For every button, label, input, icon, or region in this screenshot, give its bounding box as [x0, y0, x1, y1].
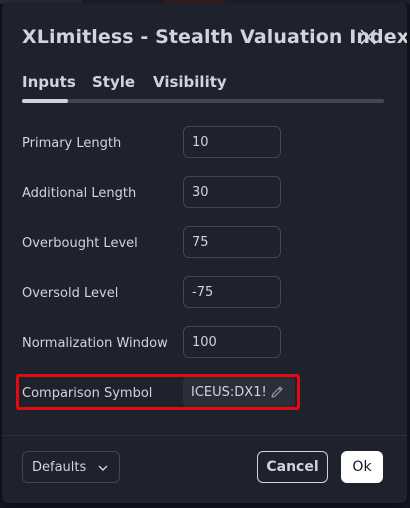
- tab-bar: Inputs Style Visibility: [22, 73, 387, 103]
- indicator-settings-dialog: XLimitless - Stealth Valuation Index Inp…: [2, 3, 407, 503]
- oversold-level-field[interactable]: [183, 276, 281, 308]
- input-label: Primary Length: [22, 136, 122, 151]
- tab-track: [22, 99, 384, 103]
- input-label: Normalization Window: [22, 336, 168, 351]
- active-tab-indicator: [22, 99, 68, 103]
- footer-divider: [2, 435, 407, 436]
- additional-length-field[interactable]: [183, 176, 281, 208]
- tab-visibility[interactable]: Visibility: [153, 73, 227, 91]
- ok-button[interactable]: Ok: [341, 451, 383, 483]
- input-row-primary-length: Primary Length: [2, 126, 407, 162]
- input-label: Oversold Level: [22, 286, 119, 301]
- overbought-level-field[interactable]: [183, 226, 281, 258]
- normalization-window-field[interactable]: [183, 326, 281, 358]
- defaults-label: Defaults: [32, 460, 87, 475]
- primary-length-field[interactable]: [183, 126, 281, 158]
- highlight-box: [16, 374, 300, 410]
- input-label: Overbought Level: [22, 236, 138, 251]
- input-row-additional-length: Additional Length: [2, 176, 407, 212]
- input-row-overbought-level: Overbought Level: [2, 226, 407, 262]
- tab-inputs[interactable]: Inputs: [22, 73, 76, 91]
- input-label: Additional Length: [22, 186, 137, 201]
- defaults-dropdown[interactable]: Defaults: [22, 451, 120, 483]
- tab-style[interactable]: Style: [92, 73, 135, 91]
- dialog-title: XLimitless - Stealth Valuation Index: [22, 26, 407, 48]
- cancel-button[interactable]: Cancel: [257, 451, 328, 483]
- close-icon[interactable]: [358, 27, 378, 47]
- input-row-normalization-window: Normalization Window: [2, 326, 407, 362]
- chevron-down-icon: [98, 465, 108, 471]
- input-row-oversold-level: Oversold Level: [2, 276, 407, 312]
